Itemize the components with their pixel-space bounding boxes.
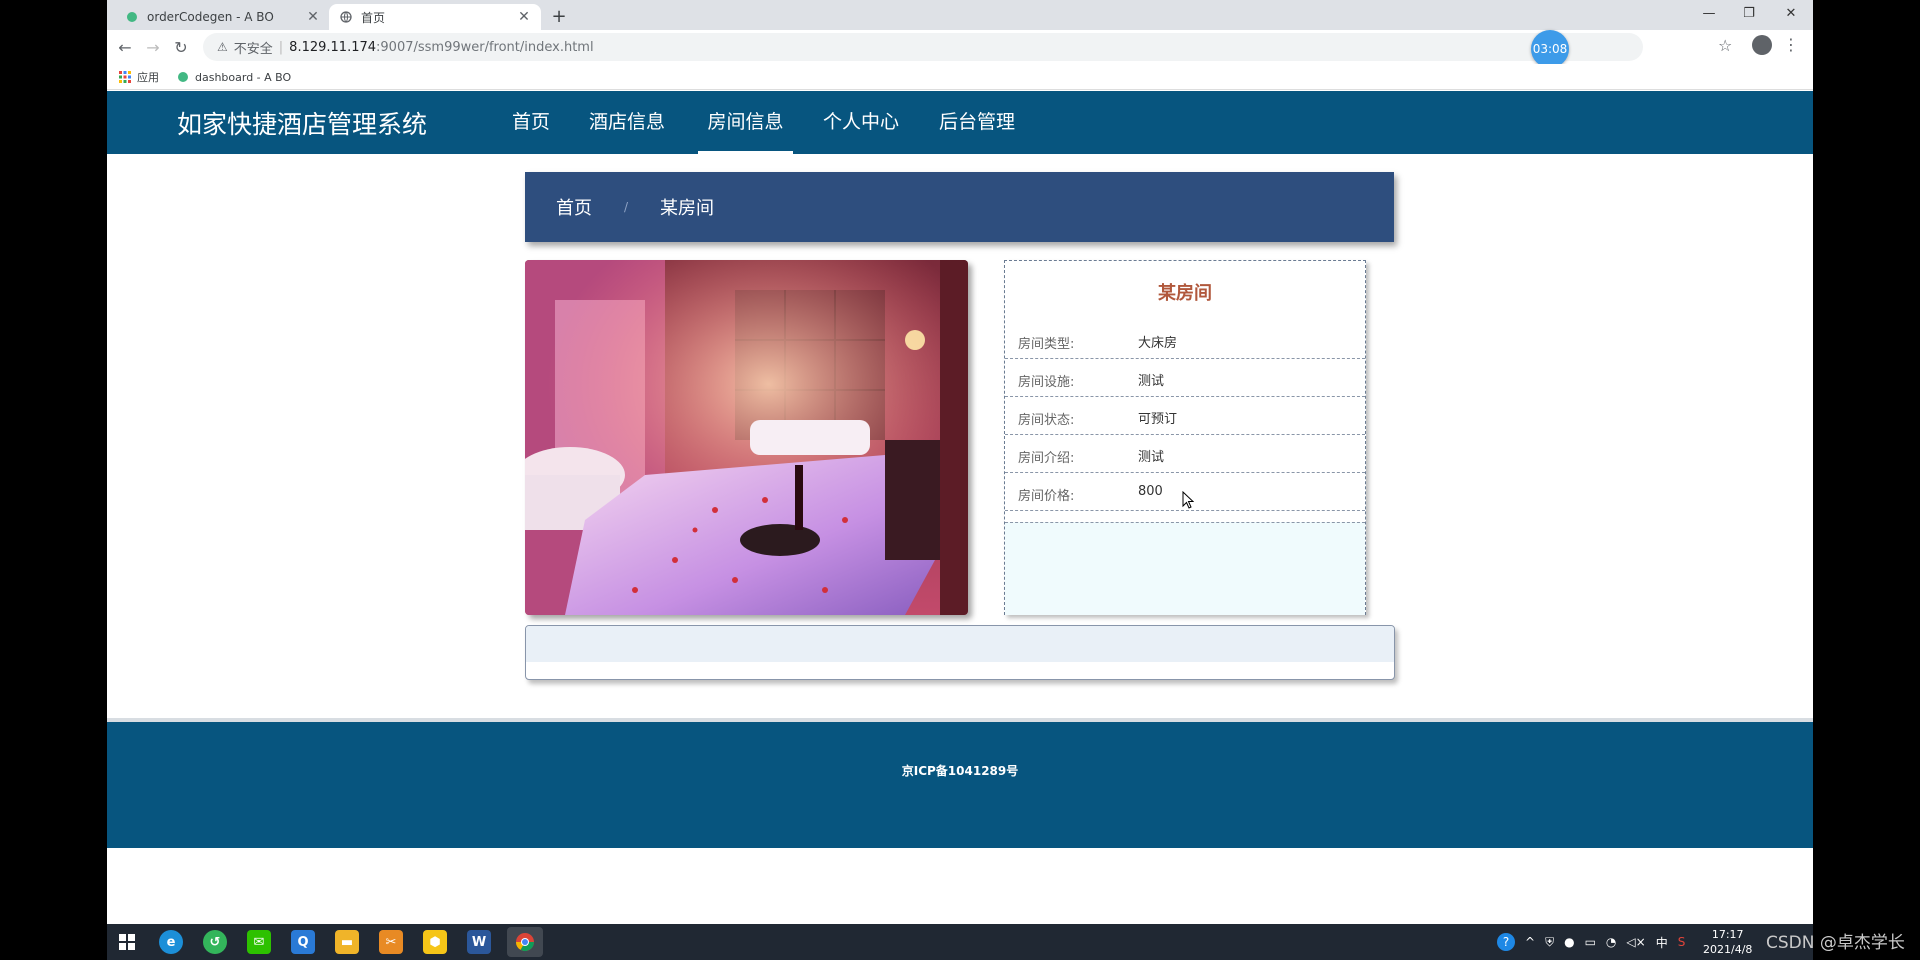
action-panel-header: [526, 626, 1394, 662]
bookmark-apps[interactable]: 应用: [119, 68, 159, 86]
qq-icon[interactable]: ●: [1564, 935, 1574, 949]
tab-home[interactable]: 首页 ✕: [329, 4, 541, 30]
detail-row-facilities: 房间设施: 测试: [1005, 359, 1365, 397]
site-footer: 京ICP备1041289号: [107, 718, 1813, 848]
field-label: 房间类型:: [1018, 337, 1075, 352]
help-icon[interactable]: ?: [1497, 933, 1515, 951]
green-app-icon[interactable]: ↺: [203, 930, 227, 954]
field-value: 测试: [1138, 374, 1165, 389]
nav-room-info[interactable]: 房间信息: [698, 91, 793, 154]
tab-title: orderCodegen - A BO: [147, 10, 274, 24]
room-name: 某房间: [1158, 283, 1212, 304]
site-header: 如家快捷酒店管理系统 首页 酒店信息 房间信息 个人中心 后台管理: [107, 91, 1813, 154]
sogou-icon[interactable]: S: [1678, 935, 1686, 949]
breadcrumb-separator: /: [624, 200, 629, 214]
search-app-icon[interactable]: Q: [291, 930, 315, 954]
warning-icon: ⚠: [217, 40, 228, 54]
tool-app-icon[interactable]: ✂: [379, 930, 403, 954]
tab-ordercodegen[interactable]: orderCodegen - A BO ✕: [115, 4, 330, 30]
tab-strip: orderCodegen - A BO ✕ 首页 ✕ + — ❐ ✕: [107, 0, 1813, 30]
site-title: 如家快捷酒店管理系统: [177, 110, 428, 139]
bookmarks-bar: 应用 dashboard - A BO: [107, 64, 1813, 90]
system-tray: ? ^ ⛨ ● ▭ ◔ ◁× 中 S: [1497, 924, 1685, 960]
site-favicon-icon: [177, 71, 189, 83]
icp-record: 京ICP备1041289号: [901, 764, 1019, 778]
kebab-menu-icon[interactable]: ⋮: [1783, 35, 1799, 54]
bookmark-label: 应用: [137, 71, 159, 84]
breadcrumb-home[interactable]: 首页: [556, 194, 592, 220]
taskbar-clock[interactable]: 17:17 2021/4/8: [1703, 927, 1752, 957]
field-value: 大床房: [1138, 336, 1178, 351]
minimize-icon[interactable]: —: [1689, 0, 1729, 26]
field-value: 测试: [1138, 450, 1165, 465]
breadcrumb: 首页 / 某房间: [525, 172, 1394, 242]
detail-row-intro: 房间介绍: 测试: [1005, 435, 1365, 473]
watermark: CSDN @卓杰学长: [1766, 933, 1905, 953]
tab-close-icon[interactable]: ✕: [515, 8, 533, 26]
reload-icon[interactable]: ↻: [169, 35, 193, 59]
word-icon[interactable]: W: [467, 930, 491, 954]
bookmark-label: dashboard - A BO: [195, 70, 292, 84]
url-host: 8.129.11.174: [289, 39, 377, 55]
security-label: 不安全: [233, 41, 273, 57]
omnibox-divider: |: [278, 39, 284, 55]
close-window-icon[interactable]: ✕: [1771, 0, 1811, 26]
new-tab-icon[interactable]: +: [547, 4, 571, 28]
forward-icon[interactable]: →: [141, 35, 165, 59]
tray-expand-icon[interactable]: ^: [1525, 935, 1535, 949]
nav-admin[interactable]: 后台管理: [937, 91, 1017, 154]
restore-icon[interactable]: ❐: [1729, 0, 1769, 26]
field-label: 房间价格:: [1018, 489, 1075, 504]
detail-extra-area: [1005, 522, 1365, 615]
action-panel: [525, 625, 1395, 680]
detail-row-status: 房间状态: 可预订: [1005, 397, 1365, 435]
field-label: 房间介绍:: [1018, 451, 1075, 466]
back-icon[interactable]: ←: [113, 35, 137, 59]
nav-hotel-info[interactable]: 酒店信息: [587, 91, 667, 154]
clock-date: 2021/4/8: [1703, 943, 1753, 956]
chrome-taskbar-icon[interactable]: [507, 927, 543, 957]
clock-time: 17:17: [1711, 928, 1744, 941]
detail-row-type: 房间类型: 大床房: [1005, 321, 1365, 359]
browser-window: orderCodegen - A BO ✕ 首页 ✕ + — ❐ ✕ ← → ↻…: [107, 0, 1813, 960]
battery-icon[interactable]: ▭: [1585, 935, 1596, 949]
volume-muted-icon[interactable]: ◁×: [1626, 935, 1645, 949]
breadcrumb-current: 某房间: [660, 198, 715, 219]
apps-grid-icon: [119, 71, 131, 83]
room-photo: [525, 260, 968, 615]
tab-title: 首页: [361, 10, 386, 25]
profile-avatar-icon[interactable]: [1752, 35, 1772, 55]
tab-close-icon[interactable]: ✕: [304, 8, 322, 26]
bookmark-star-icon[interactable]: ☆: [1718, 36, 1732, 55]
address-bar[interactable]: ⚠ 不安全 | 8.129.11.174:9007/ssm99wer/front…: [203, 33, 1643, 61]
nav-home[interactable]: 首页: [504, 91, 558, 154]
wifi-icon[interactable]: ◔: [1606, 935, 1616, 949]
ime-indicator[interactable]: 中: [1656, 934, 1668, 951]
url-path: :9007/ssm99wer/front/index.html: [376, 39, 594, 55]
windows-start-icon[interactable]: [115, 930, 139, 954]
field-label: 房间设施:: [1018, 375, 1075, 390]
globe-icon: [339, 10, 353, 24]
bookmark-dashboard[interactable]: dashboard - A BO: [177, 68, 291, 86]
room-detail-panel: 某房间 房间类型: 大床房 房间设施: 测试 房间状态: 可预订 房间介绍: 测…: [1004, 260, 1366, 615]
mouse-cursor-icon: [1182, 491, 1194, 509]
nav-personal-center[interactable]: 个人中心: [821, 91, 901, 154]
field-value: 800: [1138, 484, 1163, 499]
windows-taskbar: e ↺ ✉ Q ▬ ✂ ⬢ W ? ^ ⛨ ● ▭ ◔ ◁× 中 S 17:17…: [107, 924, 1813, 960]
wechat-icon[interactable]: ✉: [247, 930, 271, 954]
hexagon-app-icon[interactable]: ⬢: [423, 930, 447, 954]
file-explorer-icon[interactable]: ▬: [335, 930, 359, 954]
shield-icon[interactable]: ⛨: [1545, 935, 1554, 950]
field-label: 房间状态:: [1018, 413, 1075, 428]
edge-browser-icon[interactable]: e: [159, 930, 183, 954]
site-favicon-icon: [125, 10, 139, 24]
field-value: 可预订: [1138, 412, 1178, 427]
recording-timer: 03:08: [1531, 30, 1569, 68]
